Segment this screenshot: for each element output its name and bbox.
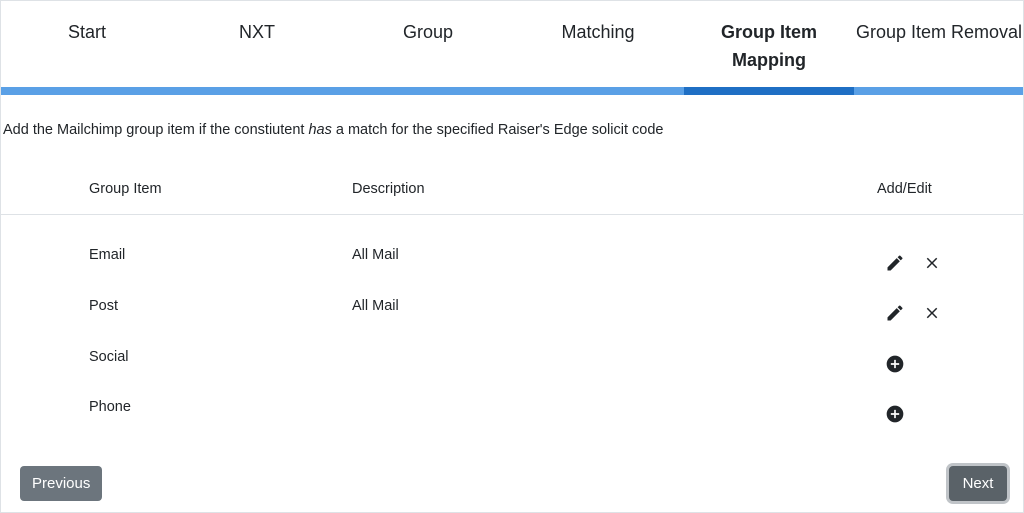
step-tab-group-item-mapping[interactable]: Group Item Mapping — [684, 1, 854, 87]
step-tab-nxt[interactable]: NXT — [172, 1, 342, 87]
add-circle-icon[interactable] — [883, 352, 907, 376]
delete-icon[interactable] — [920, 251, 944, 275]
column-header-add-edit: Add/Edit — [877, 181, 932, 197]
instructions-text-start: Add the Mailchimp group item if the cons… — [3, 122, 309, 138]
step-tabs: Start NXT Group Matching Group Item Mapp… — [1, 1, 1023, 95]
wizard-panel: Start NXT Group Matching Group Item Mapp… — [0, 0, 1024, 513]
step-tab-matching[interactable]: Matching — [513, 1, 683, 87]
instructions-emphasis: has — [308, 122, 332, 138]
step-label: Group Item Removal — [855, 22, 1023, 42]
step-tab-group-item-removal[interactable]: Group Item Removal — [854, 1, 1023, 87]
step-progress-bar — [514, 87, 684, 95]
step-progress-bar — [172, 87, 343, 95]
step-progress-bar — [343, 87, 514, 95]
step-progress-bar-active — [684, 87, 854, 95]
table-row-group-item: Post — [89, 298, 119, 314]
table-row-group-item: Social — [89, 349, 129, 365]
step-progress-bar — [854, 87, 1023, 95]
column-header-group-item: Group Item — [89, 181, 162, 197]
delete-icon[interactable] — [920, 301, 944, 325]
column-header-description: Description — [352, 181, 425, 197]
step-label: Start — [67, 22, 106, 42]
step-tab-start[interactable]: Start — [2, 1, 172, 87]
table-row-group-item: Phone — [89, 399, 131, 415]
instructions-text-end: a match for the specified Raiser's Edge … — [331, 122, 664, 138]
table-row-group-item: Email — [89, 247, 126, 263]
previous-button[interactable]: Previous — [20, 466, 102, 501]
table-row-description: All Mail — [352, 247, 399, 263]
table-header-divider — [1, 214, 1023, 215]
add-circle-icon[interactable] — [883, 402, 907, 426]
step-progress-bar — [1, 87, 172, 95]
step-tab-group[interactable]: Group — [343, 1, 513, 87]
instructions-text: Add the Mailchimp group item if the cons… — [3, 120, 663, 140]
next-button[interactable]: Next — [949, 466, 1007, 501]
step-label: Group Item Mapping — [720, 22, 817, 70]
step-label: NXT — [239, 22, 275, 42]
step-label: Group — [402, 22, 454, 42]
edit-icon[interactable] — [883, 301, 907, 325]
table-row-description: All Mail — [352, 298, 399, 314]
edit-icon[interactable] — [883, 251, 907, 275]
step-label: Matching — [561, 22, 635, 42]
